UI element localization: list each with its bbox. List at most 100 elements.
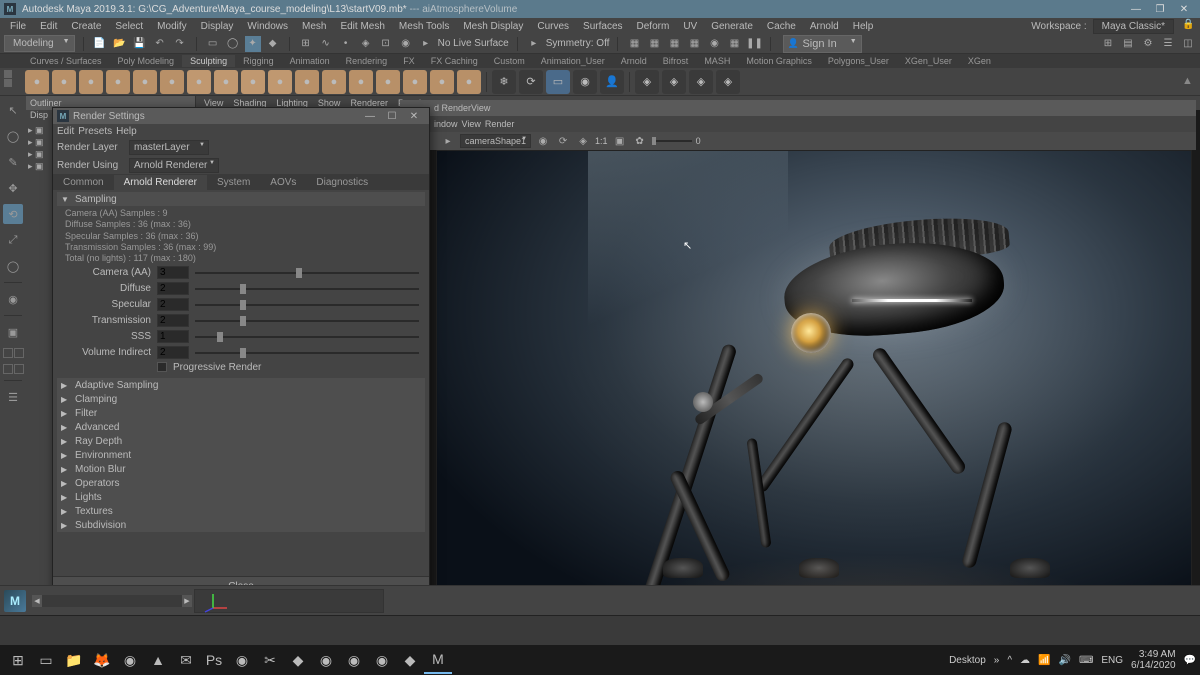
specular-input[interactable] xyxy=(157,298,189,311)
tray-lang[interactable]: ENG xyxy=(1101,655,1123,666)
retopo-icon[interactable]: ◈ xyxy=(662,70,686,94)
volume-indirect-slider[interactable] xyxy=(195,352,419,354)
sculpt-tool-icon[interactable]: ● xyxy=(25,70,49,94)
axis-widget[interactable] xyxy=(194,589,384,613)
rv-menu-view[interactable]: View xyxy=(462,119,481,129)
hypershade-icon[interactable]: ▦ xyxy=(686,36,702,52)
paint-select-icon[interactable]: ✦ xyxy=(245,36,261,52)
filter-header[interactable]: ▶Filter xyxy=(57,406,425,420)
shelf-tab-xgenuser[interactable]: XGen_User xyxy=(897,55,960,67)
edge-icon[interactable]: ◉ xyxy=(228,646,256,674)
shelf-scroll-up-icon[interactable]: ▲ xyxy=(1182,75,1196,89)
shelf-tab-mash[interactable]: MASH xyxy=(696,55,738,67)
tray-chevron-icon[interactable]: ^ xyxy=(1007,655,1012,666)
tray-more-icon[interactable]: » xyxy=(994,655,1000,666)
taskbar-clock[interactable]: 3:49 AM 6/14/2020 xyxy=(1131,649,1176,671)
progressive-render-checkbox[interactable] xyxy=(157,362,167,372)
render-view-image[interactable]: ↖ xyxy=(436,150,1192,615)
shelf-tab-xgen[interactable]: XGen xyxy=(960,55,999,67)
wax-tool-icon[interactable]: ● xyxy=(295,70,319,94)
pause-icon[interactable]: ❚❚ xyxy=(746,36,762,52)
rv-snapshot-icon[interactable]: ◈ xyxy=(575,133,591,149)
shelf-tab-polyuser[interactable]: Polygons_User xyxy=(820,55,897,67)
menu-uv[interactable]: UV xyxy=(677,20,703,33)
subdivision-header[interactable]: ▶Subdivision xyxy=(57,518,425,532)
rv-menu-render[interactable]: Render xyxy=(485,119,515,129)
shelf-tab-rendering[interactable]: Rendering xyxy=(338,55,396,67)
time-scrollbar[interactable]: ◀ ▶ xyxy=(32,595,192,607)
freeze-tool-icon[interactable]: ❄ xyxy=(492,70,516,94)
paint-tool-icon[interactable]: ✎ xyxy=(3,152,23,172)
menu-arnold[interactable]: Arnold xyxy=(804,20,845,33)
spotify-icon[interactable]: ◉ xyxy=(116,646,144,674)
last-tool-icon[interactable]: ◯ xyxy=(3,256,23,276)
soft-select-icon[interactable]: ◉ xyxy=(3,289,23,309)
transmission-input[interactable] xyxy=(157,314,189,327)
vlc-icon[interactable]: ▲ xyxy=(144,646,172,674)
shelf-tab-animuser[interactable]: Animation_User xyxy=(533,55,613,67)
rs-tab-aovs[interactable]: AOVs xyxy=(260,175,306,190)
scrape-tool-icon[interactable]: ● xyxy=(322,70,346,94)
shelf-tab-poly[interactable]: Poly Modeling xyxy=(110,55,183,67)
menu-display[interactable]: Display xyxy=(195,20,240,33)
menu-create[interactable]: Create xyxy=(65,20,107,33)
menu-mesh[interactable]: Mesh xyxy=(296,20,332,33)
reference-icon[interactable]: 👤 xyxy=(600,70,624,94)
rs-tab-diagnostics[interactable]: Diagnostics xyxy=(306,175,378,190)
menu-file[interactable]: File xyxy=(4,20,32,33)
sampling-header[interactable]: ▼ Sampling xyxy=(57,192,425,206)
rv-ipr-icon[interactable]: ◉ xyxy=(535,133,551,149)
convert-tool-icon[interactable]: ⟳ xyxy=(519,70,543,94)
knife-tool-icon[interactable]: ● xyxy=(376,70,400,94)
menu-mesh-tools[interactable]: Mesh Tools xyxy=(393,20,455,33)
start-button[interactable]: ⊞ xyxy=(4,646,32,674)
menu-modify[interactable]: Modify xyxy=(151,20,192,33)
rs-menu-help[interactable]: Help xyxy=(116,126,137,137)
rv-render-icon[interactable]: ▸ xyxy=(440,133,456,149)
smooth-tool-icon[interactable]: ● xyxy=(52,70,76,94)
amplify-tool-icon[interactable]: ● xyxy=(457,70,481,94)
discord-icon[interactable]: ◉ xyxy=(312,646,340,674)
symmetry-arrow[interactable]: ▸ xyxy=(526,36,542,52)
sss-slider[interactable] xyxy=(195,336,419,338)
firefox-icon[interactable]: 🦊 xyxy=(88,646,116,674)
reduce-icon[interactable]: ◈ xyxy=(689,70,713,94)
rs-menu-edit[interactable]: Edit xyxy=(57,126,74,137)
advanced-header[interactable]: ▶Advanced xyxy=(57,420,425,434)
maximize-button[interactable]: ❐ xyxy=(1148,1,1172,17)
select-tool-icon[interactable]: ↖ xyxy=(3,100,23,120)
rs-close-button[interactable]: ✕ xyxy=(403,108,425,124)
pinch-tool-icon[interactable]: ● xyxy=(133,70,157,94)
new-scene-icon[interactable]: 📄 xyxy=(92,36,108,52)
rs-tab-arnold[interactable]: Arnold Renderer xyxy=(114,175,207,190)
operators-header[interactable]: ▶Operators xyxy=(57,476,425,490)
rv-options-icon[interactable]: ✿ xyxy=(632,133,648,149)
tray-network-icon[interactable]: 📶 xyxy=(1038,655,1050,666)
shelf-tab-arnold[interactable]: Arnold xyxy=(613,55,655,67)
ray-depth-header[interactable]: ▶Ray Depth xyxy=(57,434,425,448)
sculpt-layer-icon[interactable]: ▭ xyxy=(546,70,570,94)
lasso-tool-icon[interactable]: ◯ xyxy=(3,126,23,146)
menu-deform[interactable]: Deform xyxy=(631,20,676,33)
open-scene-icon[interactable]: 📂 xyxy=(112,36,128,52)
menu-windows[interactable]: Windows xyxy=(241,20,294,33)
modeling-toolkit-icon[interactable]: ◫ xyxy=(1180,36,1196,52)
menu-surfaces[interactable]: Surfaces xyxy=(577,20,628,33)
render-icon[interactable]: ▦ xyxy=(626,36,642,52)
render-using-dropdown[interactable]: Arnold Renderer xyxy=(129,158,219,173)
live-surface-toggle[interactable]: ▸ xyxy=(418,36,434,52)
redo-icon[interactable]: ↷ xyxy=(172,36,188,52)
notifications-icon[interactable]: 💬 xyxy=(1184,655,1196,666)
scroll-right-icon[interactable]: ▶ xyxy=(182,595,192,607)
channel-box-icon[interactable]: ▤ xyxy=(1120,36,1136,52)
fill-tool-icon[interactable]: ● xyxy=(349,70,373,94)
close-button[interactable]: ✕ xyxy=(1172,1,1196,17)
shelf-tab-rigging[interactable]: Rigging xyxy=(235,55,282,67)
menu-mesh-display[interactable]: Mesh Display xyxy=(457,20,529,33)
menu-edit-mesh[interactable]: Edit Mesh xyxy=(334,20,390,33)
rs-maximize-button[interactable]: ☐ xyxy=(381,108,403,124)
snap-view-icon[interactable]: ⊡ xyxy=(378,36,394,52)
spray-tool-icon[interactable]: ● xyxy=(214,70,238,94)
remesh-icon[interactable]: ◈ xyxy=(635,70,659,94)
rs-minimize-button[interactable]: — xyxy=(359,108,381,124)
